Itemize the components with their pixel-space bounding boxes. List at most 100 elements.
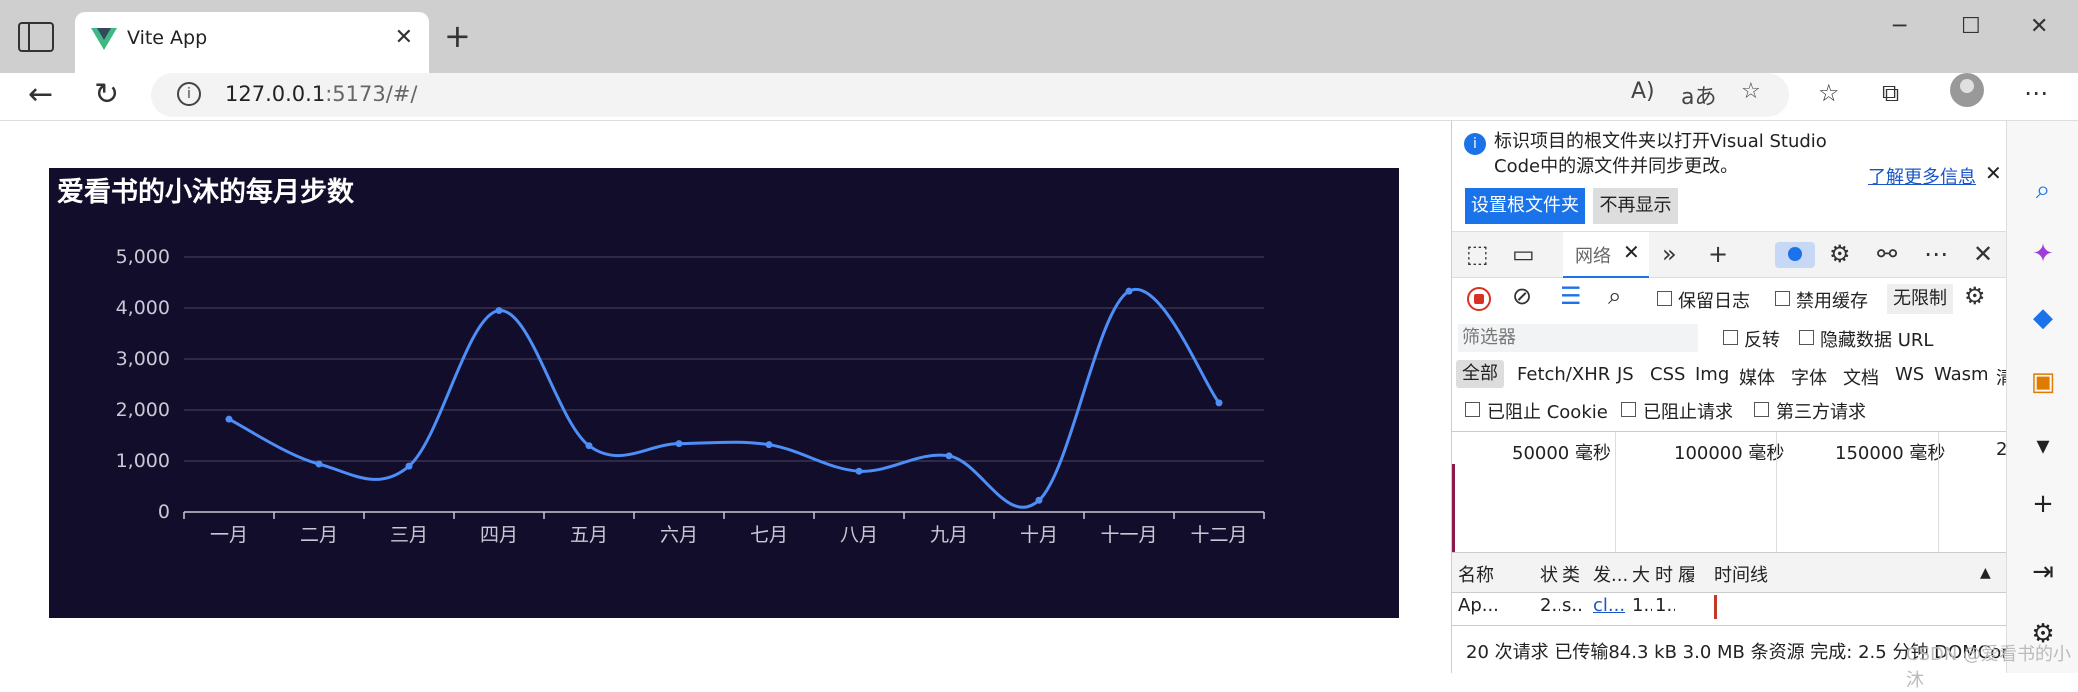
chevron-down-icon[interactable]: ▾ — [2007, 431, 2078, 461]
minimize-icon[interactable]: ─ — [1893, 14, 1906, 39]
col-name[interactable]: 名称 — [1458, 561, 1494, 587]
type-js[interactable]: JS — [1617, 364, 1634, 385]
x-tick-label: 五月 — [570, 524, 608, 546]
third-party-label: 第三方请求 — [1776, 402, 1866, 423]
browser-tab[interactable]: Vite App ✕ — [75, 12, 429, 73]
data-point — [675, 440, 683, 448]
network-settings-icon[interactable]: ⚙ — [1964, 282, 1986, 310]
timeline-marker — [1452, 464, 1455, 552]
sort-up-icon[interactable]: ▲ — [1980, 565, 1991, 581]
network-overview[interactable]: 50000 毫秒 100000 毫秒 150000 毫秒 2 — [1452, 431, 2007, 553]
sidebar-toggle-icon[interactable]: ⇥ — [2007, 557, 2078, 587]
col-initiator[interactable]: 发... — [1593, 561, 1629, 587]
url-text: 127.0.0.1:5173/#/ — [225, 82, 418, 106]
blocked-cookies-checkbox[interactable] — [1465, 402, 1480, 417]
data-point — [1125, 287, 1133, 295]
col-waterfall[interactable]: 时间线 — [1714, 561, 1768, 587]
inspect-icon[interactable]: ⬚ — [1466, 240, 1489, 268]
filter-input[interactable]: 筛选器 — [1458, 324, 1698, 352]
more-icon[interactable]: ⋯ — [2024, 79, 2048, 107]
filter-icon[interactable]: ☰ — [1560, 282, 1582, 310]
data-point — [1035, 496, 1043, 504]
feedback-icon[interactable] — [1775, 242, 1815, 268]
throttle-select[interactable]: 无限制 — [1887, 284, 1953, 314]
preserve-log-label: 保留日志 — [1678, 291, 1750, 312]
timeline-gridline — [1776, 432, 1777, 552]
blocked-requests-checkbox[interactable] — [1621, 402, 1636, 417]
record-icon[interactable] — [1467, 287, 1491, 311]
type-media[interactable]: 媒体 — [1739, 364, 1775, 390]
read-aloud-icon[interactable]: A) — [1631, 79, 1655, 104]
device-icon[interactable]: ▭ — [1512, 240, 1535, 268]
row-name[interactable]: Ap... — [1458, 595, 1536, 616]
collections-icon[interactable]: ⧉ — [1882, 79, 1899, 107]
info-icon[interactable]: i — [177, 82, 201, 106]
col-fulfilled[interactable]: 履 — [1678, 561, 1694, 587]
tools-icon[interactable]: ▣ — [2007, 367, 2078, 397]
col-status[interactable]: 状 — [1540, 561, 1560, 587]
favorites-icon[interactable]: ☆ — [1818, 79, 1840, 107]
col-type[interactable]: 类 — [1562, 561, 1582, 587]
connect-icon[interactable]: ⚯ — [1877, 240, 1897, 268]
x-tick-label: 六月 — [660, 524, 698, 546]
search-icon[interactable]: ⌕ — [1608, 282, 1621, 310]
type-ws[interactable]: WS — [1895, 364, 1924, 385]
type-img[interactable]: Img — [1695, 364, 1729, 385]
avatar[interactable] — [1950, 73, 1984, 107]
type-all[interactable]: 全部 — [1456, 360, 1504, 388]
timeline-label: 150000 毫秒 — [1835, 443, 1946, 464]
add-tab-icon[interactable]: + — [1708, 240, 1728, 268]
dont-show-again-button[interactable]: 不再显示 — [1593, 188, 1678, 224]
add-icon[interactable]: + — [2007, 489, 2078, 519]
row-initiator[interactable]: cl... — [1593, 595, 1629, 616]
invert-checkbox[interactable] — [1723, 330, 1738, 345]
add-favorite-icon[interactable]: ☆ — [1741, 79, 1761, 104]
translate-icon[interactable]: aあ — [1681, 79, 1716, 111]
tab-network[interactable]: 网络 ✕ — [1563, 232, 1649, 278]
maximize-icon[interactable]: ☐ — [1961, 14, 1981, 39]
table-row[interactable]: Ap... 2... s... cl... 1... 1... — [1452, 593, 2007, 623]
type-wasm[interactable]: Wasm — [1934, 364, 1989, 385]
preserve-log-checkbox[interactable] — [1657, 291, 1672, 306]
address-bar[interactable]: i 127.0.0.1:5173/#/ A) aあ ☆ — [151, 73, 1789, 117]
set-root-folder-button[interactable]: 设置根文件夹 — [1465, 188, 1585, 224]
devtools-close-icon[interactable]: ✕ — [1973, 240, 1993, 268]
hide-data-url-checkbox[interactable] — [1799, 330, 1814, 345]
shopping-icon[interactable]: ◆ — [2007, 303, 2078, 333]
x-tick-label: 十一月 — [1100, 524, 1157, 546]
type-doc[interactable]: 文档 — [1843, 364, 1879, 390]
refresh-icon[interactable]: ↻ — [94, 77, 119, 112]
type-css[interactable]: CSS — [1650, 364, 1685, 385]
disable-cache-checkbox[interactable] — [1775, 291, 1790, 306]
back-icon[interactable]: ← — [28, 77, 53, 112]
search-icon[interactable]: ⌕ — [2007, 175, 2078, 206]
y-tick-label: 0 — [158, 501, 170, 523]
notice-close-icon[interactable]: ✕ — [1985, 161, 2002, 185]
timeline-gridline — [1938, 432, 1939, 552]
type-fetch[interactable]: Fetch/XHR — [1517, 364, 1610, 385]
copilot-icon[interactable]: ✦ — [2007, 239, 2078, 269]
info-icon: i — [1464, 133, 1486, 155]
tab-close-icon[interactable]: ✕ — [395, 25, 413, 50]
learn-more-link[interactable]: 了解更多信息 — [1868, 163, 1976, 189]
devtools-more-icon[interactable]: ⋯ — [1924, 240, 1948, 268]
row-size: 1... — [1632, 595, 1652, 616]
row-type: s... — [1562, 595, 1582, 616]
title-bar: Vite App ✕ + ─ ☐ ✕ — [0, 0, 2078, 73]
more-tabs-icon[interactable]: » — [1662, 240, 1677, 268]
col-size[interactable]: 大 — [1632, 561, 1652, 587]
hide-data-url-label: 隐藏数据 URL — [1820, 330, 1934, 351]
settings-icon[interactable]: ⚙ — [1829, 240, 1851, 268]
clear-icon[interactable]: ⊘ — [1512, 282, 1532, 310]
type-font[interactable]: 字体 — [1791, 364, 1827, 390]
tab-network-close-icon[interactable]: ✕ — [1623, 240, 1640, 264]
x-tick-label: 十二月 — [1190, 524, 1247, 546]
third-party-checkbox[interactable] — [1754, 402, 1769, 417]
data-point — [495, 307, 503, 315]
x-tick-label: 三月 — [390, 524, 428, 546]
tab-actions-icon[interactable] — [18, 22, 54, 52]
window-close-icon[interactable]: ✕ — [2030, 14, 2048, 39]
new-tab-icon[interactable]: + — [444, 18, 471, 54]
col-time[interactable]: 时 — [1655, 561, 1675, 587]
x-tick-label: 十月 — [1020, 524, 1058, 546]
